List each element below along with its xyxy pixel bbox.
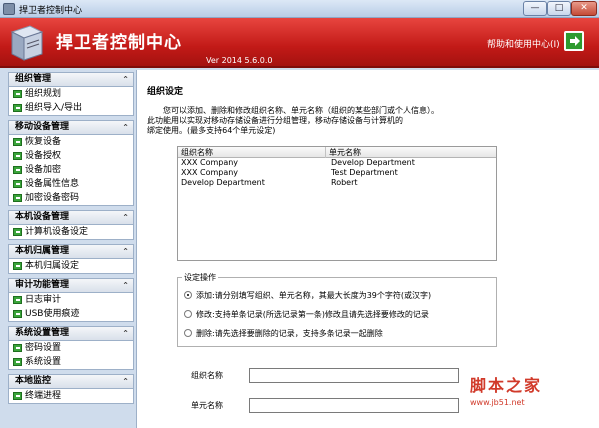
- radio-dot-icon[interactable]: [184, 310, 192, 318]
- collapse-icon[interactable]: ⌃: [122, 327, 129, 340]
- sidebar-item-process[interactable]: 终端进程: [9, 389, 133, 403]
- collapse-icon[interactable]: ⌃: [122, 211, 129, 224]
- close-button[interactable]: ✕: [571, 1, 597, 16]
- maximize-button[interactable]: □: [547, 1, 571, 16]
- radio-dot-icon[interactable]: [184, 329, 192, 337]
- table-cell: XXX Company: [181, 158, 239, 167]
- arrow-icon: [13, 310, 22, 318]
- arrow-icon: [13, 90, 22, 98]
- help-center-link[interactable]: 帮助和使用中心(I): [487, 37, 560, 50]
- arrow-right-icon: [566, 33, 582, 49]
- sidebar-item-device-auth[interactable]: 设备授权: [9, 149, 133, 163]
- table-cell: Develop Department: [181, 178, 265, 187]
- watermark: 脚本之家 www.jb51.net: [470, 372, 542, 407]
- table-row[interactable]: XXX Company Develop Department: [178, 158, 496, 168]
- table-cell: Test Department: [331, 168, 398, 177]
- help-center-button[interactable]: [564, 31, 584, 51]
- section-title: 组织设定: [147, 87, 184, 97]
- window-titlebar: 捍卫者控制中心 — □ ✕: [0, 0, 599, 18]
- unit-name-input[interactable]: [249, 398, 459, 413]
- table-header: 组织名称 单元名称: [178, 147, 496, 158]
- radio-add[interactable]: 添加:请分别填写组织、单元名称，其最大长度为39个字符(或汉字): [184, 290, 431, 301]
- radio-modify[interactable]: 修改:支持单条记录(所选记录第一条)修改且请先选择要修改的记录: [184, 309, 429, 320]
- sidebar-group-header[interactable]: 组织管理 ⌃: [9, 73, 133, 87]
- watermark-url: www.jb51.net: [470, 398, 525, 407]
- sidebar-item-device-password[interactable]: 加密设备密码: [9, 191, 133, 205]
- header-banner: 捍卫者控制中心 Ver 2014 5.6.0.0 帮助和使用中心(I): [0, 18, 599, 68]
- sidebar-group-local-device: 本机设备管理 ⌃ 计算机设备设定: [8, 210, 134, 240]
- description: 您可以添加、删除和修改组织名称、单元名称（组织的某些部门或个人信息）。 此功能用…: [147, 106, 487, 136]
- table-row[interactable]: Develop Department Robert: [178, 178, 496, 188]
- radio-dot-icon[interactable]: [184, 291, 192, 299]
- sidebar-item-system-setting[interactable]: 系统设置: [9, 355, 133, 369]
- sidebar-item-computer-device[interactable]: 计算机设备设定: [9, 225, 133, 239]
- arrow-icon: [13, 166, 22, 174]
- arrow-icon: [13, 152, 22, 160]
- operations-legend: 设定操作: [182, 272, 218, 283]
- sidebar-group-mobile: 移动设备管理 ⌃ 恢复设备 设备授权 设备加密 设备属性信息 加密设备密码: [8, 120, 134, 206]
- arrow-icon: [13, 138, 22, 146]
- unit-name-label: 单元名称: [191, 401, 223, 410]
- sidebar-item-device-props[interactable]: 设备属性信息: [9, 177, 133, 191]
- arrow-icon: [13, 104, 22, 112]
- sidebar: 组织管理 ⌃ 组织规划 组织导入/导出 移动设备管理 ⌃ 恢复设备 设备授权 设备加…: [8, 72, 134, 428]
- table-cell: Develop Department: [331, 158, 415, 167]
- collapse-icon[interactable]: ⌃: [122, 279, 129, 292]
- collapse-icon[interactable]: ⌃: [122, 375, 129, 388]
- sidebar-item-org-plan[interactable]: 组织规划: [9, 87, 133, 101]
- sidebar-item-device-encrypt[interactable]: 设备加密: [9, 163, 133, 177]
- sidebar-group-header[interactable]: 本机归属管理 ⌃: [9, 245, 133, 259]
- sidebar-group-header[interactable]: 审计功能管理 ⌃: [9, 279, 133, 293]
- org-name-input[interactable]: [249, 368, 459, 383]
- radio-delete[interactable]: 删除:请先选择要删除的记录，支持多条记录一起删除: [184, 328, 383, 339]
- org-table[interactable]: 组织名称 单元名称 XXX Company Develop Department…: [177, 146, 497, 261]
- description-line: 绑定使用。(最多支持64个单元设定): [147, 126, 276, 135]
- arrow-icon: [13, 392, 22, 400]
- arrow-icon: [13, 344, 22, 352]
- table-row[interactable]: XXX Company Test Department: [178, 168, 496, 178]
- sidebar-item-ownership-setting[interactable]: 本机归属设定: [9, 259, 133, 273]
- sidebar-item-restore-device[interactable]: 恢复设备: [9, 135, 133, 149]
- sidebar-group-monitor: 本地监控 ⌃ 终端进程: [8, 374, 134, 404]
- sidebar-group-system: 系统设置管理 ⌃ 密码设置 系统设置: [8, 326, 134, 370]
- app-name: 捍卫者控制中心: [56, 33, 182, 53]
- minimize-button[interactable]: —: [523, 1, 547, 16]
- collapse-icon[interactable]: ⌃: [122, 245, 129, 258]
- arrow-icon: [13, 358, 22, 366]
- table-cell: XXX Company: [181, 168, 239, 177]
- sidebar-group-header[interactable]: 移动设备管理 ⌃: [9, 121, 133, 135]
- sidebar-group-header[interactable]: 系统设置管理 ⌃: [9, 327, 133, 341]
- watermark-text: 脚本之家: [470, 376, 543, 395]
- sidebar-group-org: 组织管理 ⌃ 组织规划 组织导入/导出: [8, 72, 134, 116]
- sidebar-item-password-setting[interactable]: 密码设置: [9, 341, 133, 355]
- arrow-icon: [13, 296, 22, 304]
- description-line: 此功能用以实现对移动存储设备进行分组管理，移动存储设备与计算机的: [147, 116, 403, 125]
- arrow-icon: [13, 194, 22, 202]
- arrow-icon: [13, 228, 22, 236]
- sidebar-item-org-import[interactable]: 组织导入/导出: [9, 101, 133, 115]
- arrow-icon: [13, 180, 22, 188]
- collapse-icon[interactable]: ⌃: [122, 73, 129, 86]
- app-icon: [3, 3, 15, 15]
- sidebar-group-header[interactable]: 本机设备管理 ⌃: [9, 211, 133, 225]
- sidebar-group-header[interactable]: 本地监控 ⌃: [9, 375, 133, 389]
- version-label: Ver 2014 5.6.0.0: [206, 56, 273, 65]
- description-line: 您可以添加、删除和修改组织名称、单元名称（组织的某些部门或个人信息）。: [163, 106, 439, 115]
- sidebar-item-log-audit[interactable]: 日志审计: [9, 293, 133, 307]
- window-title: 捍卫者控制中心: [19, 6, 83, 16]
- sidebar-group-audit: 审计功能管理 ⌃ 日志审计 USB使用痕迹: [8, 278, 134, 322]
- column-header-org[interactable]: 组织名称: [178, 147, 326, 158]
- arrow-icon: [13, 262, 22, 270]
- table-cell: Robert: [331, 178, 358, 187]
- column-header-unit[interactable]: 单元名称: [326, 147, 498, 158]
- operations-group: 设定操作 添加:请分别填写组织、单元名称，其最大长度为39个字符(或汉字) 修改…: [177, 272, 497, 347]
- sidebar-item-usb-trace[interactable]: USB使用痕迹: [9, 307, 133, 321]
- org-name-label: 组织名称: [191, 371, 223, 380]
- collapse-icon[interactable]: ⌃: [122, 121, 129, 134]
- sidebar-group-ownership: 本机归属管理 ⌃ 本机归属设定: [8, 244, 134, 274]
- server-icon: [10, 25, 44, 61]
